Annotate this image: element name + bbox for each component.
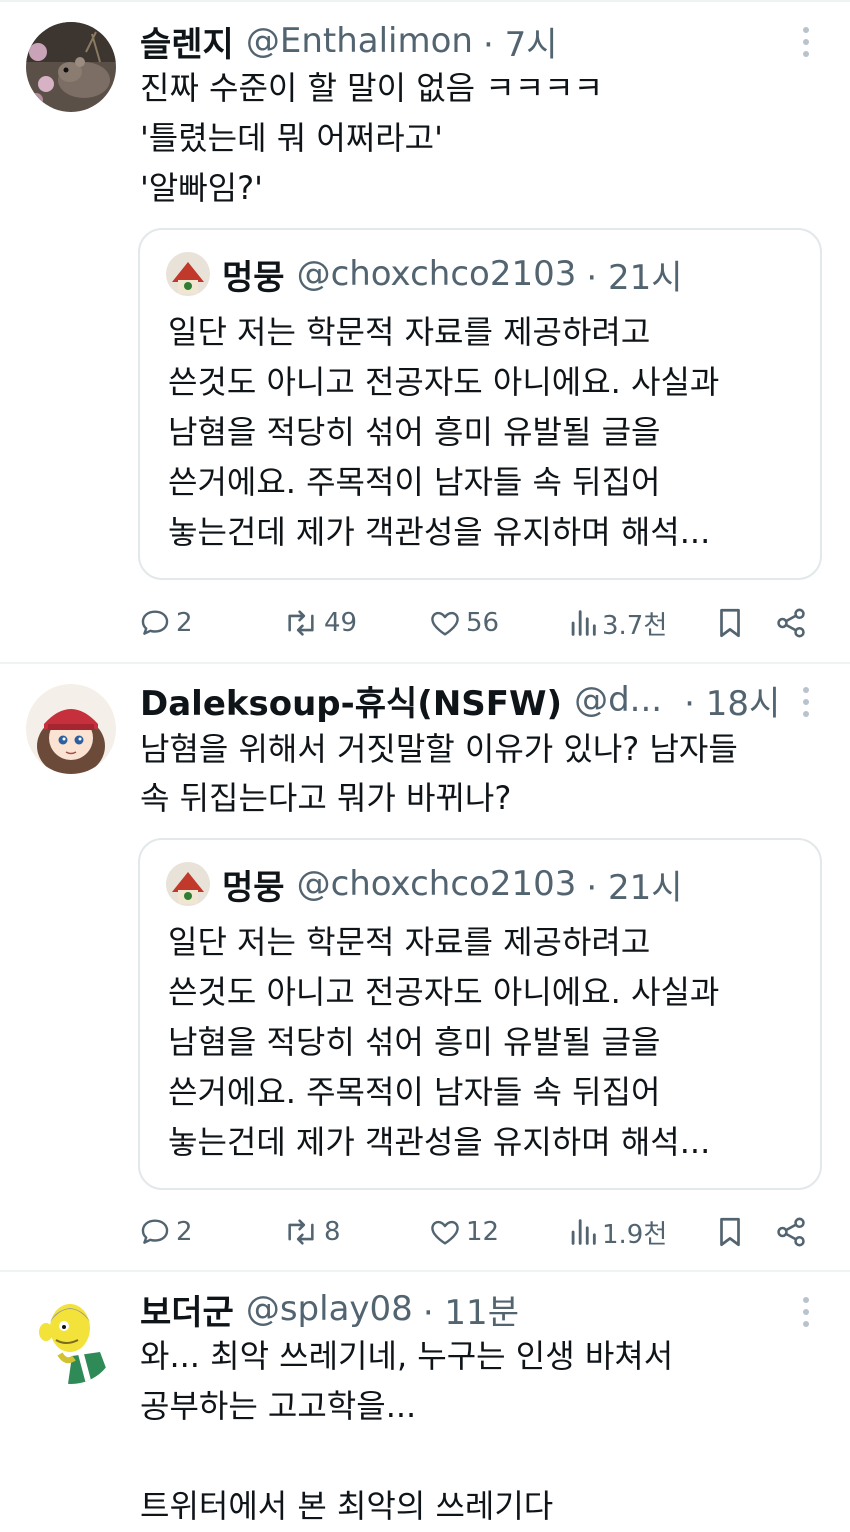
retweet-button[interactable]: 49: [282, 603, 357, 643]
reply-count: 2: [176, 608, 193, 638]
quote-display-name: 멍뭉: [222, 867, 285, 908]
display-name[interactable]: Daleksoup-휴식(NSFW): [140, 676, 562, 725]
user-handle[interactable]: @splay08: [246, 1289, 413, 1329]
like-count: 56: [466, 608, 500, 638]
quote-avatar: [166, 862, 210, 906]
more-vertical-icon[interactable]: [794, 22, 818, 62]
views-bar-chart-icon: [571, 610, 596, 636]
more-vertical-icon[interactable]: [794, 682, 818, 722]
tweet-header: 보더군 @splay08 · 11분: [140, 1285, 519, 1333]
user-handle[interactable]: @Enthalimon: [246, 21, 473, 61]
quote-text-line: 쓴것도 아니고 전공자도 아니에요. 사실과: [168, 973, 720, 1011]
retweet-icon: [288, 610, 314, 636]
quote-user-handle: @choxchco2103: [296, 864, 577, 904]
quoted-tweet[interactable]: 멍뭉 @choxchco2103 · 21시 일단 저는 학문적 자료를 제공하…: [138, 228, 822, 580]
bookmark-button[interactable]: [714, 603, 746, 643]
tweet-text-line: 속 뒤집는다고 뭐가 바뀌나?: [140, 779, 512, 817]
bookmark-icon: [720, 608, 740, 638]
retweet-count: 8: [324, 1217, 341, 1247]
view-count: 1.9천: [602, 1219, 668, 1250]
quote-header: 멍뭉 @choxchco2103 · 21시: [222, 860, 683, 908]
heart-icon: [431, 611, 459, 636]
quote-header: 멍뭉 @choxchco2103 · 21시: [222, 250, 683, 298]
retweet-button[interactable]: 8: [282, 1212, 341, 1252]
quote-timestamp: · 21시: [586, 257, 683, 298]
avatar[interactable]: [26, 684, 116, 774]
tweet-text-line: 진짜 수준이 할 말이 없음 ㅋㅋㅋㅋ: [140, 69, 604, 107]
views-button[interactable]: 1.9천: [568, 1212, 667, 1252]
tweet-text-line: '알빠임?': [140, 169, 263, 207]
tweet-text-line: 와... 최악 쓰레기네, 누구는 인생 바쳐서: [140, 1337, 674, 1375]
reply-button[interactable]: 2: [138, 1212, 193, 1252]
quoted-tweet[interactable]: 멍뭉 @choxchco2103 · 21시 일단 저는 학문적 자료를 제공하…: [138, 838, 822, 1190]
more-vertical-icon[interactable]: [794, 1292, 818, 1332]
share-button[interactable]: [774, 1212, 808, 1252]
tweet-divider: [0, 1270, 850, 1272]
share-button[interactable]: [774, 603, 808, 643]
display-name[interactable]: 슬렌지: [140, 17, 234, 66]
avatar[interactable]: [26, 22, 116, 112]
view-count: 3.7천: [602, 610, 668, 641]
top-divider: [0, 0, 850, 2]
quote-text-line: 놓는건데 제가 객관성을 유지하며 해석...: [168, 513, 711, 551]
quote-text-line: 쓴거에요. 주목적이 남자들 속 뒤집어: [168, 1073, 661, 1111]
reply-button[interactable]: 2: [138, 603, 193, 643]
bookmark-icon: [720, 1217, 740, 1247]
share-icon: [777, 1217, 805, 1247]
tweet-text-line: 공부하는 고고학을...: [140, 1387, 417, 1425]
quote-text-line: 일단 저는 학문적 자료를 제공하려고: [168, 923, 651, 961]
quote-user-handle: @choxchco2103: [296, 254, 577, 294]
quote-text-line: 쓴것도 아니고 전공자도 아니에요. 사실과: [168, 363, 720, 401]
reply-bubble-icon: [141, 610, 169, 635]
views-bar-chart-icon: [571, 1219, 596, 1245]
quote-text-line: 쓴거에요. 주목적이 남자들 속 뒤집어: [168, 463, 661, 501]
tweet-header: Daleksoup-휴식(NSFW) @d... · 18시: [140, 676, 780, 724]
quote-timestamp: · 21시: [586, 867, 683, 908]
display-name[interactable]: 보더군: [140, 1285, 234, 1334]
quote-display-name: 멍뭉: [222, 257, 285, 298]
retweet-icon: [288, 1219, 314, 1245]
reply-count: 2: [176, 1217, 193, 1247]
like-button[interactable]: 56: [428, 603, 499, 643]
tweet-text-line: 남혐을 위해서 거짓말할 이유가 있나? 남자들: [140, 730, 738, 768]
quote-text-line: 일단 저는 학문적 자료를 제공하려고: [168, 313, 651, 351]
quote-text-line: 남혐을 적당히 섞어 흥미 유발될 글을: [168, 413, 661, 451]
retweet-count: 49: [324, 608, 358, 638]
like-count: 12: [466, 1217, 500, 1247]
tweet-header: 슬렌지 @Enthalimon · 7시: [140, 17, 557, 65]
timestamp[interactable]: · 11분: [423, 1285, 519, 1334]
user-handle[interactable]: @d...: [574, 680, 662, 720]
heart-icon: [431, 1220, 459, 1245]
quote-text-line: 남혐을 적당히 섞어 흥미 유발될 글을: [168, 1023, 661, 1061]
quote-avatar: [166, 252, 210, 296]
tweet-divider: [0, 662, 850, 664]
timestamp[interactable]: · 18시: [684, 676, 780, 725]
views-button[interactable]: 3.7천: [568, 603, 667, 643]
tweet-text-line: '틀렸는데 뭐 어쩌라고': [140, 119, 443, 157]
avatar[interactable]: [26, 1294, 116, 1384]
like-button[interactable]: 12: [428, 1212, 499, 1252]
reply-bubble-icon: [141, 1219, 169, 1244]
bookmark-button[interactable]: [714, 1212, 746, 1252]
timestamp[interactable]: · 7시: [483, 17, 558, 66]
share-icon: [777, 608, 805, 638]
tweet-text-line: 트위터에서 본 최악의 쓰레기다: [140, 1487, 554, 1525]
quote-text-line: 놓는건데 제가 객관성을 유지하며 해석...: [168, 1123, 711, 1161]
